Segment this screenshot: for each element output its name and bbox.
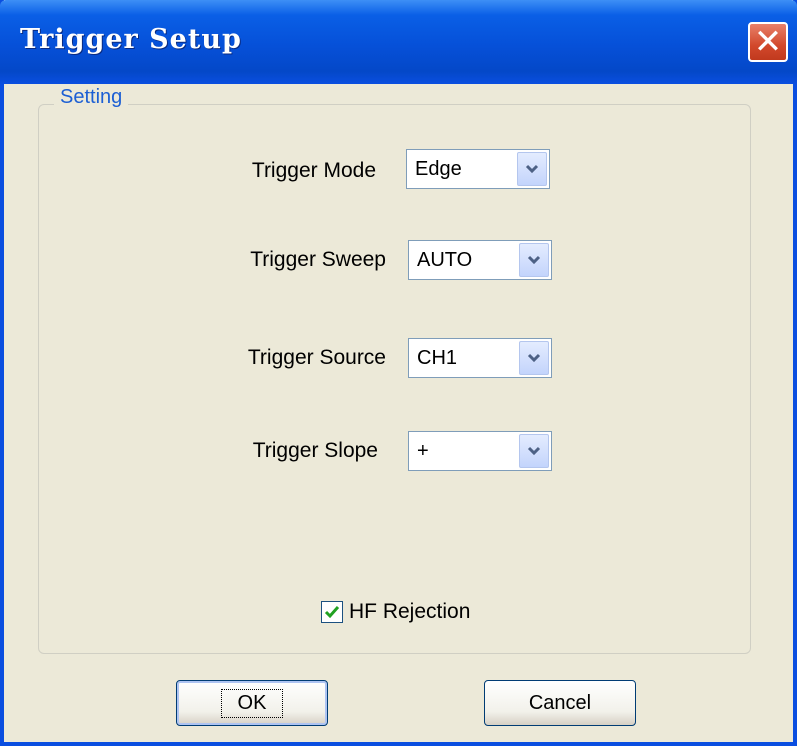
dialog-body: Setting Trigger Mode Edge Trigger Sweep … [4, 84, 793, 742]
chevron-down-icon[interactable] [519, 341, 549, 375]
group-label: Setting [54, 86, 129, 109]
chevron-down-icon[interactable] [517, 152, 547, 186]
cancel-button-label: Cancel [528, 691, 592, 714]
setting-groupbox [38, 104, 751, 654]
ok-button-label: OK [220, 688, 284, 718]
dialog-window: Trigger Setup ✕ Setting Trigger Mode Edg… [0, 0, 797, 746]
ok-button[interactable]: OK [176, 680, 328, 726]
trigger-slope-label: Trigger Slope [252, 439, 378, 462]
hf-rejection-label[interactable]: HF Rejection [349, 600, 470, 624]
chevron-down-icon[interactable] [519, 243, 549, 277]
trigger-sweep-select[interactable]: AUTO [408, 240, 552, 280]
trigger-slope-value: + [417, 440, 429, 462]
chevron-down-icon[interactable] [519, 434, 549, 468]
window-title: Trigger Setup [20, 24, 242, 55]
trigger-sweep-label: Trigger Sweep [250, 248, 386, 271]
close-button[interactable]: ✕ [748, 22, 788, 62]
trigger-slope-select[interactable]: + [408, 431, 552, 471]
trigger-source-value: CH1 [417, 347, 458, 369]
close-icon: ✕ [753, 22, 783, 62]
cancel-button[interactable]: Cancel [484, 680, 636, 726]
title-bar[interactable]: Trigger Setup ✕ [0, 0, 797, 84]
trigger-mode-label: Trigger Mode [251, 159, 376, 182]
trigger-source-select[interactable]: CH1 [408, 338, 552, 378]
trigger-sweep-value: AUTO [417, 249, 473, 271]
trigger-source-label: Trigger Source [247, 346, 386, 369]
trigger-mode-select[interactable]: Edge [406, 149, 550, 189]
hf-rejection-checkbox[interactable] [321, 601, 343, 623]
trigger-mode-value: Edge [415, 158, 462, 180]
checkmark-icon [324, 606, 340, 619]
